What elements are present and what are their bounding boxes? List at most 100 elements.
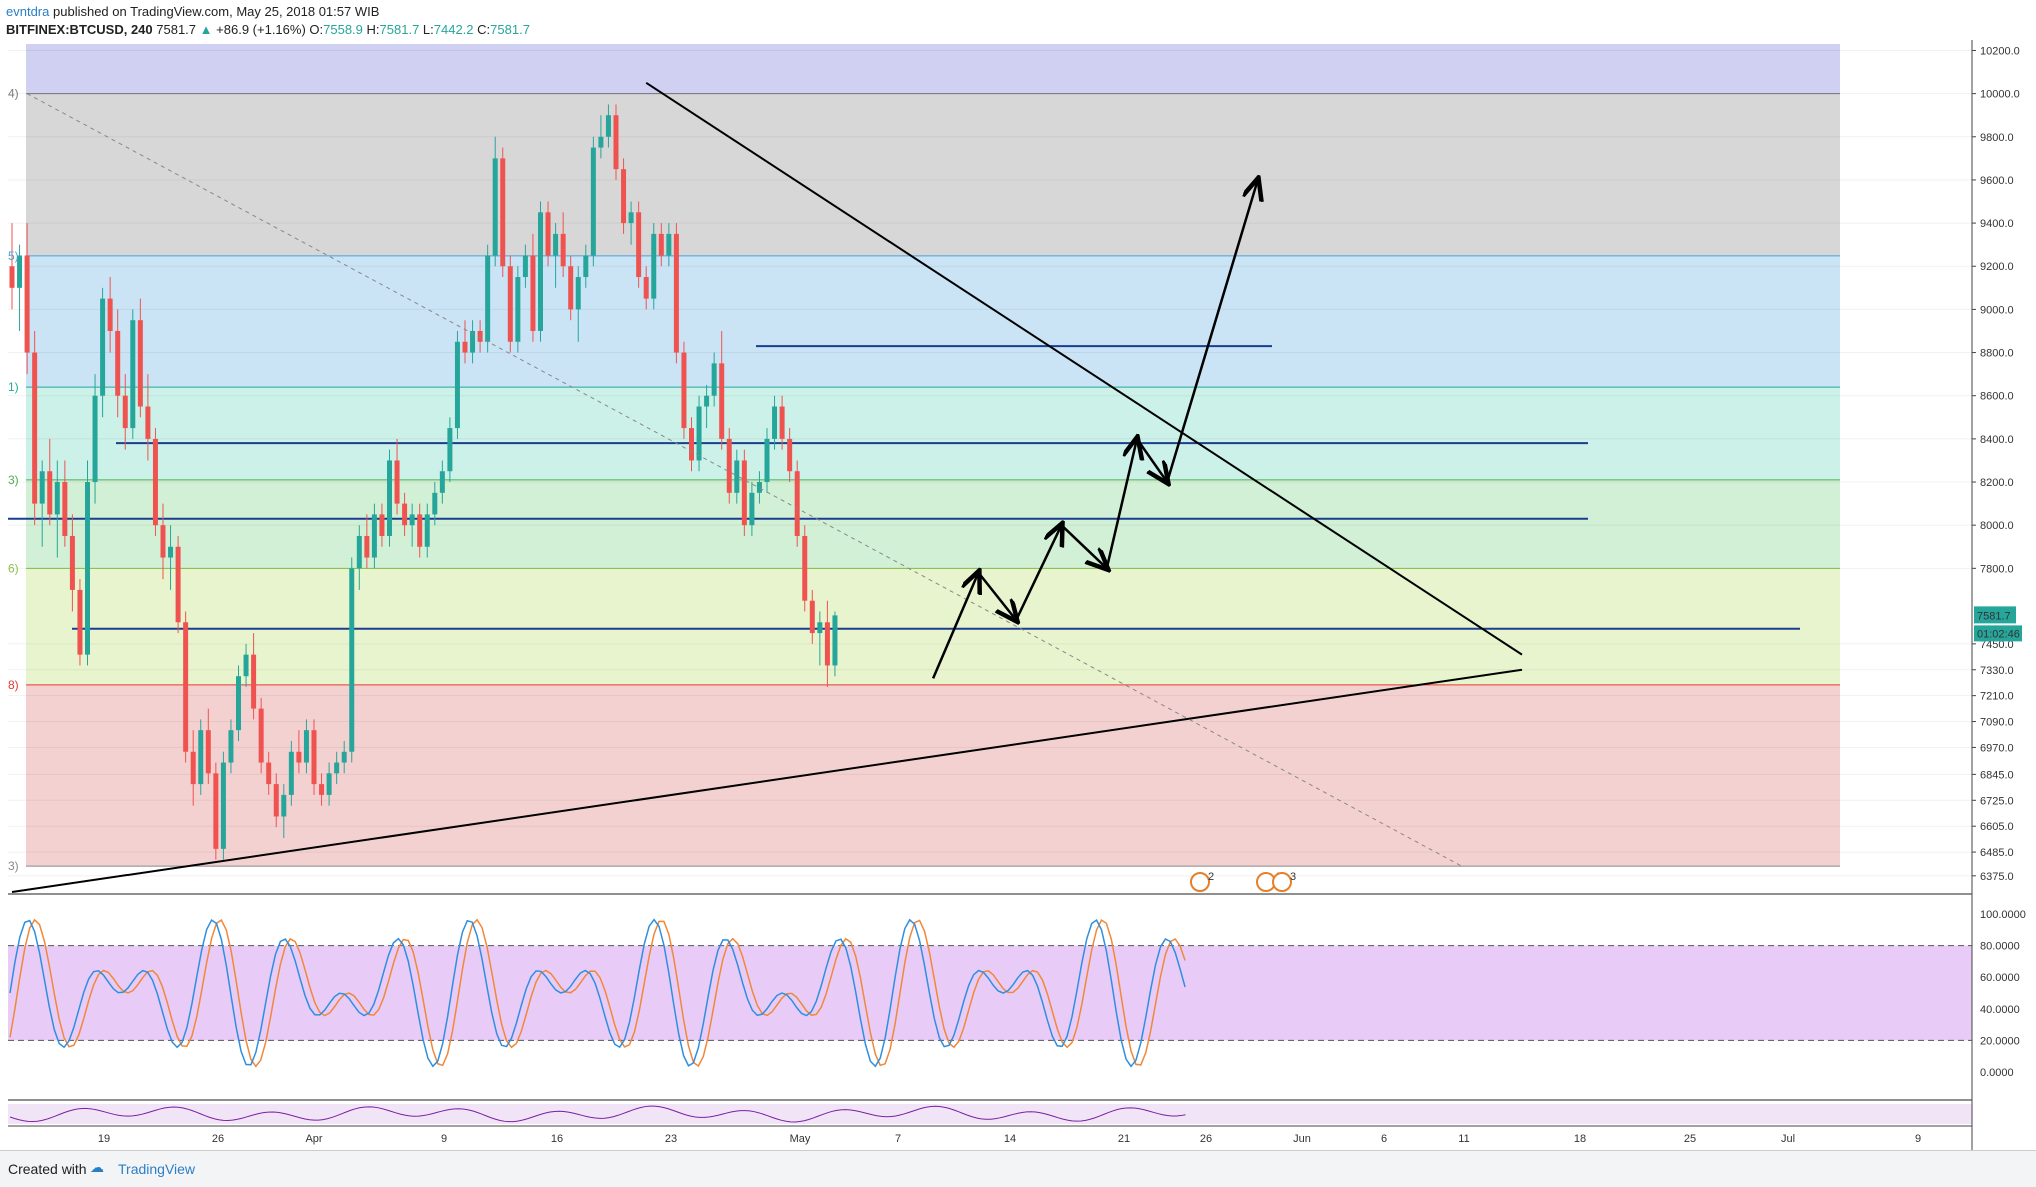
price-tick-label: 7210.0 (1980, 691, 2014, 703)
candle-body (809, 600, 815, 634)
price-tick-label: 9200.0 (1980, 261, 2014, 273)
candle-body (741, 460, 747, 526)
candle-body (522, 255, 528, 278)
candle-body (704, 395, 710, 407)
price-tick-label: 6845.0 (1980, 769, 2014, 781)
candle-body (236, 676, 241, 731)
high-value: 7581.7 (379, 22, 420, 37)
change-value: +86.9 (+1.16%) (216, 22, 306, 37)
price-tick-label: 7800.0 (1980, 563, 2014, 575)
candle-body (560, 233, 566, 267)
candle-body (485, 255, 491, 342)
candle-body (32, 352, 38, 504)
candle-body (447, 428, 453, 472)
fib-level-label: 5) (8, 249, 19, 263)
candle-body (69, 535, 75, 590)
price-tick-label: 10000.0 (1980, 89, 2020, 101)
candle-body (583, 255, 589, 278)
candle-body (228, 730, 234, 763)
candle-body (658, 233, 664, 256)
candle-body (190, 751, 196, 785)
author-link[interactable]: evntdra (6, 4, 49, 19)
candle-body (711, 363, 717, 396)
time-tick-label: 23 (665, 1133, 677, 1145)
time-tick-label: Jul (1781, 1133, 1795, 1145)
candle-body (424, 514, 430, 547)
time-tick-label: 16 (551, 1133, 563, 1145)
candle-body (296, 751, 302, 763)
candle-body (530, 255, 536, 331)
price-axis[interactable]: 10200.0 10000.0 9800.0 9600.0 9400.0 9200.0 90… (1971, 40, 2036, 1150)
candle-body (85, 482, 90, 655)
chart-area[interactable]: 4)5)1)3)6)8)3) 243 10200.010000.09800.09… (0, 40, 2036, 1150)
candle-body (756, 482, 762, 493)
candle-body (643, 277, 649, 299)
candle-body (462, 341, 468, 353)
candle-body (152, 438, 158, 526)
candle-body (409, 514, 415, 526)
candle-body (689, 428, 694, 461)
symbol-label: BITFINEX:BTCUSD, 240 (6, 22, 153, 37)
countdown-tag: 01:02:46 (1977, 628, 2020, 640)
time-tick-label: 26 (212, 1133, 224, 1145)
candle-body (198, 730, 204, 785)
candle-body (613, 115, 619, 170)
price-tick-label: 8800.0 (1980, 348, 2014, 360)
candle-body (764, 438, 770, 483)
price-tick-label: 7090.0 (1980, 717, 2014, 729)
fib-zone (26, 387, 1840, 480)
price-tick-label: 8600.0 (1980, 391, 2014, 403)
candle-body (145, 406, 151, 439)
event-badge-count: 3 (1290, 871, 1296, 883)
candle-body (696, 406, 702, 461)
event-badge-circle[interactable] (1190, 872, 1210, 892)
fib-level-label: 6) (8, 561, 19, 575)
high-label: H: (366, 22, 380, 37)
candle-body (794, 471, 800, 536)
price-tick-label: 6485.0 (1980, 847, 2014, 859)
candle-body (432, 492, 438, 515)
candle-body (651, 233, 657, 299)
candle-body (681, 352, 687, 429)
candle-body (832, 615, 838, 666)
time-tick-label: 6 (1381, 1133, 1387, 1145)
price-tick-label: 9800.0 (1980, 132, 2014, 144)
candle-body (605, 115, 611, 137)
event-badge-circle[interactable] (1272, 872, 1292, 892)
fib-level-label: 1) (8, 380, 19, 394)
candle-body (243, 654, 249, 677)
candle-body (24, 255, 30, 353)
time-tick-label: May (790, 1133, 811, 1145)
candle-body (183, 622, 189, 752)
tradingview-logo-icon[interactable]: ☁ (90, 1159, 104, 1176)
time-tick-label: Jun (1293, 1133, 1311, 1145)
candle-body (590, 147, 596, 256)
tradingview-link[interactable]: TradingView (118, 1161, 195, 1177)
chart-header: evntdra published on TradingView.com, Ma… (0, 0, 2036, 40)
fib-level-label: 4) (8, 87, 19, 101)
stoch-tick-label: 20.0000 (1980, 1035, 2020, 1047)
candle-body (568, 266, 574, 310)
price-tick-label: 9400.0 (1980, 218, 2014, 230)
stoch-tick-label: 0.0000 (1980, 1067, 2014, 1079)
stoch-tick-label: 60.0000 (1980, 972, 2020, 984)
time-tick-label: 9 (1915, 1133, 1921, 1145)
candle-body (130, 320, 136, 429)
ohlc-line: BITFINEX:BTCUSD, 240 7581.7 ▲ +86.9 (+1.… (6, 22, 530, 37)
price-tick-label: 8400.0 (1980, 434, 2014, 446)
time-tick-label: 26 (1200, 1133, 1212, 1145)
candle-body (175, 546, 181, 623)
candle-body (779, 406, 785, 439)
candle-body (251, 654, 257, 709)
candle-body (439, 471, 445, 493)
candle-body (160, 525, 166, 558)
candle-body (273, 784, 279, 817)
candle-body (54, 482, 60, 515)
fib-zone (26, 684, 1840, 867)
candle-body (39, 471, 45, 504)
time-axis[interactable]: 19 26 Apr 9 16 23 May 7 14 21 26 Jun 6 11 18 25 Jul 9 (8, 1125, 1972, 1145)
time-tick-label: Apr (305, 1133, 322, 1145)
candle-body (349, 568, 355, 752)
candle-body (341, 751, 347, 763)
candle-body (303, 730, 309, 763)
